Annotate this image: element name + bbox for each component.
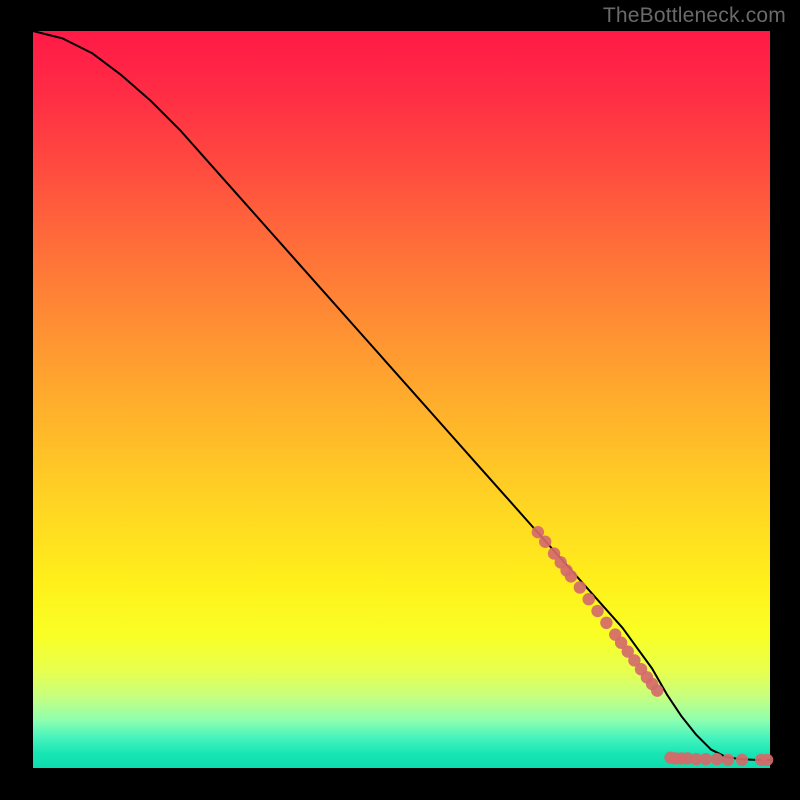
data-marker — [736, 754, 748, 766]
data-marker — [591, 605, 603, 617]
data-marker — [539, 536, 551, 548]
data-marker — [722, 754, 734, 766]
data-marker — [565, 570, 577, 582]
data-marker — [574, 581, 586, 593]
data-marker — [651, 684, 663, 696]
chart-frame: TheBottleneck.com — [0, 0, 800, 800]
marker-layer — [532, 526, 774, 766]
plot-area — [33, 31, 770, 768]
data-marker — [583, 593, 595, 605]
watermark-text: TheBottleneck.com — [603, 4, 786, 28]
data-marker — [700, 753, 712, 765]
chart-overlay-svg — [33, 31, 770, 768]
data-marker — [600, 617, 612, 629]
data-marker — [711, 753, 723, 765]
bottleneck-curve — [33, 31, 770, 760]
data-marker — [761, 754, 773, 766]
